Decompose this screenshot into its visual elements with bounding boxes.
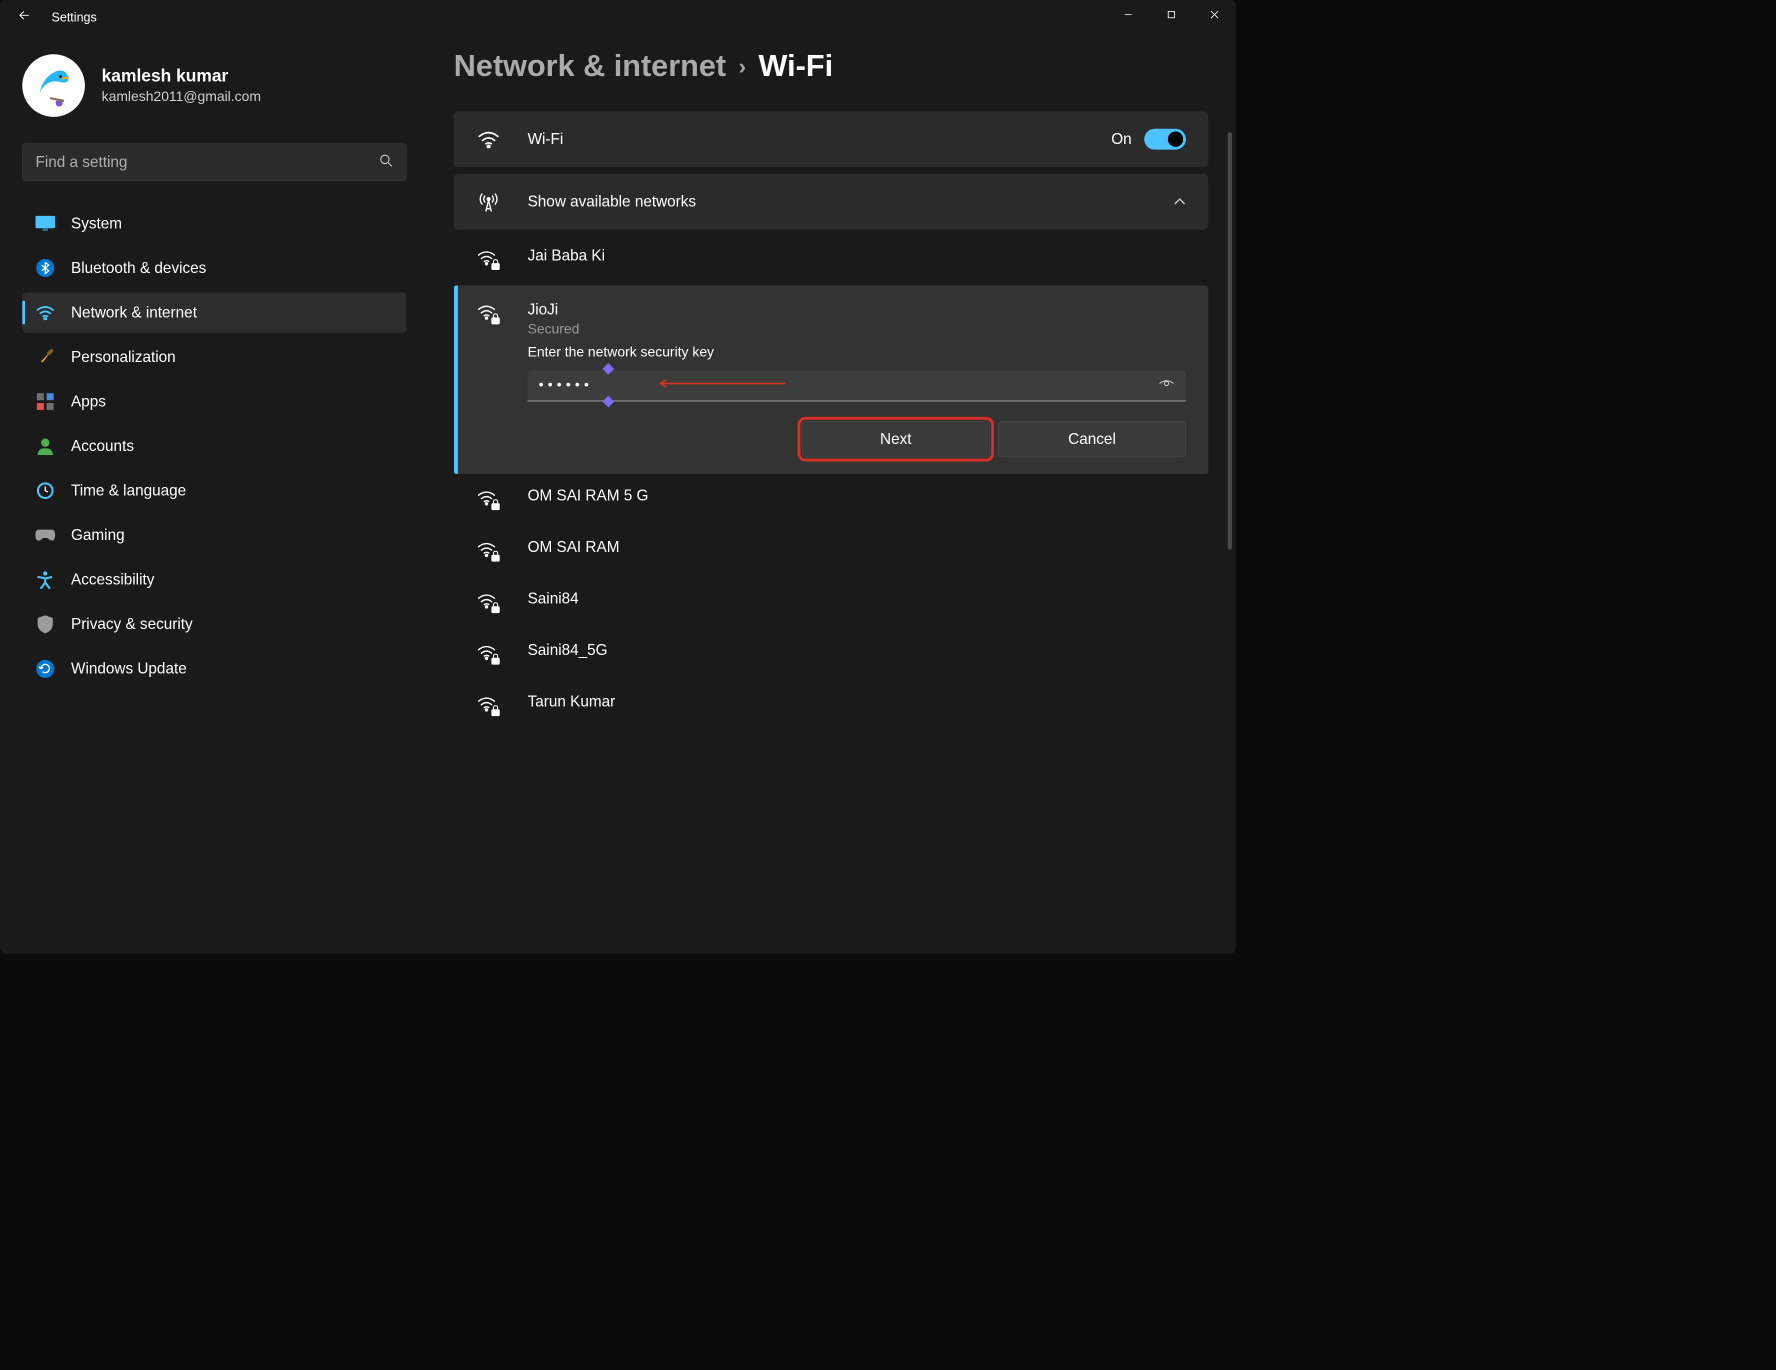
network-list: Jai Baba Ki JioJi Secured Enter the netw… xyxy=(454,234,1208,732)
user-profile[interactable]: kamlesh kumar kamlesh2011@gmail.com xyxy=(22,54,406,117)
nav-list: System Bluetooth & devices Network & int… xyxy=(22,203,406,689)
network-name: Saini84_5G xyxy=(528,641,608,659)
sidebar-item-time[interactable]: Time & language xyxy=(22,470,406,510)
wifi-toggle[interactable] xyxy=(1144,129,1186,150)
shield-icon xyxy=(35,614,56,635)
wifi-icon xyxy=(35,302,56,323)
title-bar: Settings xyxy=(0,0,1236,35)
antenna-icon xyxy=(476,189,501,214)
sidebar-item-network[interactable]: Network & internet xyxy=(22,292,406,332)
password-input[interactable] xyxy=(539,377,1158,393)
sidebar-item-label: Accounts xyxy=(71,437,134,455)
sidebar-item-update[interactable]: Windows Update xyxy=(22,649,406,689)
sidebar-item-accessibility[interactable]: Accessibility xyxy=(22,560,406,600)
sidebar-item-label: Accessibility xyxy=(71,571,154,589)
network-item[interactable]: OM SAI RAM 5 G xyxy=(454,474,1208,526)
reveal-password-icon[interactable] xyxy=(1158,378,1175,393)
system-icon xyxy=(35,213,56,234)
wifi-secured-icon xyxy=(476,694,501,719)
wifi-secured-icon xyxy=(476,642,501,667)
sidebar-item-apps[interactable]: Apps xyxy=(22,381,406,421)
network-name: Jai Baba Ki xyxy=(528,246,605,264)
wifi-icon xyxy=(476,127,501,152)
network-name: Saini84 xyxy=(528,590,579,608)
network-item[interactable]: Jai Baba Ki xyxy=(454,234,1208,286)
main-panel: Network & internet › Wi-Fi Wi-Fi On xyxy=(426,35,1236,954)
app-title: Settings xyxy=(52,10,97,25)
avatar xyxy=(22,54,85,117)
sidebar-item-label: Gaming xyxy=(71,526,125,544)
sidebar: kamlesh kumar kamlesh2011@gmail.com Syst… xyxy=(22,35,426,954)
network-name: OM SAI RAM xyxy=(528,538,620,556)
password-field[interactable] xyxy=(528,370,1186,401)
sidebar-item-label: Bluetooth & devices xyxy=(71,259,206,277)
bluetooth-icon xyxy=(35,258,56,279)
network-item-expanded[interactable]: JioJi Secured Enter the network security… xyxy=(454,285,1208,474)
sidebar-item-privacy[interactable]: Privacy & security xyxy=(22,604,406,644)
minimize-button[interactable] xyxy=(1107,0,1150,29)
scrollbar[interactable] xyxy=(1228,132,1232,550)
network-name: JioJi xyxy=(528,301,714,319)
wifi-secured-icon xyxy=(476,488,501,513)
network-name: OM SAI RAM 5 G xyxy=(528,487,649,505)
network-item[interactable]: OM SAI RAM xyxy=(454,525,1208,577)
cancel-button[interactable]: Cancel xyxy=(998,421,1186,457)
accessibility-icon xyxy=(35,569,56,590)
update-icon xyxy=(35,658,56,679)
chevron-right-icon: › xyxy=(739,53,746,79)
show-networks-label: Show available networks xyxy=(528,193,1174,211)
back-button[interactable] xyxy=(17,8,32,27)
security-prompt: Enter the network security key xyxy=(528,345,714,361)
annotation-marker xyxy=(602,396,614,408)
search-input[interactable] xyxy=(35,153,379,171)
chevron-up-icon xyxy=(1173,195,1186,210)
search-box[interactable] xyxy=(22,143,406,181)
clock-icon xyxy=(35,480,56,501)
show-networks-card[interactable]: Show available networks xyxy=(454,174,1208,230)
person-icon xyxy=(35,436,56,457)
network-item[interactable]: Tarun Kumar xyxy=(454,680,1208,732)
wifi-state: On xyxy=(1111,130,1131,148)
sidebar-item-label: Personalization xyxy=(71,348,176,366)
sidebar-item-label: Network & internet xyxy=(71,303,197,321)
annotation-marker xyxy=(602,363,614,375)
breadcrumb-current: Wi-Fi xyxy=(759,49,834,84)
sidebar-item-label: System xyxy=(71,214,122,232)
sidebar-item-label: Privacy & security xyxy=(71,615,193,633)
close-button[interactable] xyxy=(1193,0,1236,29)
search-icon xyxy=(379,153,393,170)
wifi-label: Wi-Fi xyxy=(528,130,1112,148)
brush-icon xyxy=(35,347,56,368)
breadcrumb: Network & internet › Wi-Fi xyxy=(454,49,1208,84)
wifi-secured-icon xyxy=(476,591,501,616)
breadcrumb-parent[interactable]: Network & internet xyxy=(454,49,726,84)
apps-icon xyxy=(35,391,56,412)
wifi-toggle-card: Wi-Fi On xyxy=(454,111,1208,167)
next-button[interactable]: Next xyxy=(802,421,990,457)
user-email: kamlesh2011@gmail.com xyxy=(102,89,261,105)
sidebar-item-label: Windows Update xyxy=(71,660,187,678)
gamepad-icon xyxy=(35,525,56,546)
network-name: Tarun Kumar xyxy=(528,693,616,711)
sidebar-item-personalization[interactable]: Personalization xyxy=(22,337,406,377)
sidebar-item-bluetooth[interactable]: Bluetooth & devices xyxy=(22,248,406,288)
sidebar-item-gaming[interactable]: Gaming xyxy=(22,515,406,555)
sidebar-item-accounts[interactable]: Accounts xyxy=(22,426,406,466)
network-status: Secured xyxy=(528,322,714,338)
wifi-secured-icon xyxy=(476,539,501,564)
maximize-button[interactable] xyxy=(1150,0,1193,29)
network-item[interactable]: Saini84 xyxy=(454,577,1208,629)
network-item[interactable]: Saini84_5G xyxy=(454,628,1208,680)
sidebar-item-system[interactable]: System xyxy=(22,203,406,243)
sidebar-item-label: Time & language xyxy=(71,482,186,500)
wifi-secured-icon xyxy=(476,302,501,327)
sidebar-item-label: Apps xyxy=(71,393,106,411)
wifi-secured-icon xyxy=(476,248,501,273)
user-name: kamlesh kumar xyxy=(102,66,261,86)
